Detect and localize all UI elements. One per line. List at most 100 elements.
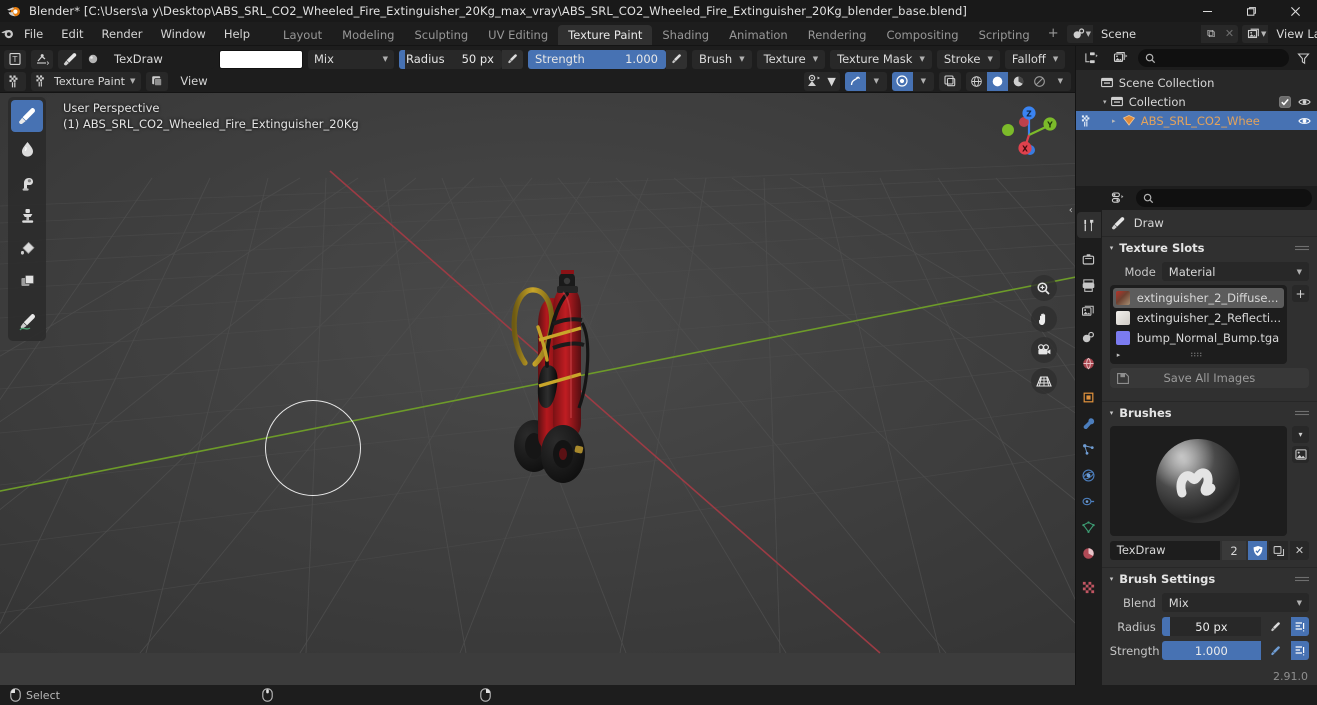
new-scene-button[interactable]: ⧉ bbox=[1201, 24, 1221, 43]
unlink-scene-button[interactable]: ✕ bbox=[1221, 25, 1238, 43]
properties-tab-world[interactable] bbox=[1077, 350, 1101, 376]
view-layer-name[interactable]: View Layer bbox=[1268, 24, 1317, 43]
close-button[interactable] bbox=[1273, 0, 1317, 22]
blend-mode-dropdown[interactable]: Mix ▼ bbox=[308, 49, 394, 69]
properties-tab-physics[interactable] bbox=[1077, 462, 1101, 488]
new-brush-button[interactable] bbox=[1292, 446, 1309, 463]
view-axis-gizmo[interactable]: Z Y X bbox=[995, 101, 1063, 169]
add-workspace-button[interactable]: + bbox=[1040, 23, 1067, 45]
strength-slider[interactable]: Strength 1.000 bbox=[528, 49, 666, 69]
radius-unified-toggle[interactable] bbox=[1291, 617, 1309, 636]
save-all-images-button[interactable]: Save All Images bbox=[1109, 368, 1309, 388]
funnel-icon[interactable] bbox=[1293, 49, 1313, 68]
scene-name[interactable]: Scene bbox=[1093, 24, 1201, 43]
snap-settings-chevron[interactable]: ▼ bbox=[865, 71, 887, 91]
tool-soften-button[interactable] bbox=[11, 133, 43, 165]
panel-disclosure-triangle[interactable]: ▾ bbox=[1110, 409, 1114, 417]
tab-uv-editing[interactable]: UV Editing bbox=[478, 25, 558, 45]
fake-user-toggle[interactable] bbox=[1248, 541, 1267, 560]
mode-dropdown[interactable]: Material ▼ bbox=[1161, 262, 1309, 281]
shading-wireframe-button[interactable] bbox=[966, 72, 987, 91]
texture-slot-row[interactable]: extinguisher_2_Reflecti... bbox=[1113, 308, 1284, 328]
outliner-search-input[interactable] bbox=[1137, 49, 1289, 67]
radius-slider[interactable]: Radius 50 px bbox=[399, 49, 502, 69]
strength-unified-toggle[interactable] bbox=[1291, 641, 1309, 660]
sidebar-collapse-arrow[interactable]: ‹ bbox=[1069, 205, 1073, 216]
proportional-editing-toggle[interactable] bbox=[891, 71, 913, 91]
radius-pressure-toggle[interactable] bbox=[1267, 617, 1285, 636]
properties-tab-tool[interactable] bbox=[1076, 212, 1101, 238]
viewport-editor-type-icon[interactable] bbox=[4, 71, 26, 91]
camera-perspective-icon[interactable] bbox=[1030, 337, 1057, 363]
disclosure-triangle[interactable]: ▸ bbox=[1109, 117, 1119, 125]
stroke-popover[interactable]: Stroke ▼ bbox=[936, 49, 1000, 69]
minimize-button[interactable] bbox=[1185, 0, 1229, 22]
properties-tab-particles[interactable] bbox=[1077, 436, 1101, 462]
disclosure-triangle[interactable]: ▾ bbox=[1100, 98, 1110, 106]
view-layer-selector[interactable]: ▼ View Layer ⧉ ✕ bbox=[1242, 24, 1317, 43]
tab-modeling[interactable]: Modeling bbox=[332, 25, 404, 45]
maximize-button[interactable] bbox=[1229, 0, 1273, 22]
brush-preview-sphere[interactable] bbox=[1109, 426, 1287, 536]
collection-checkbox[interactable] bbox=[1279, 95, 1291, 108]
properties-tab-texture[interactable] bbox=[1077, 574, 1101, 600]
properties-editor-icon[interactable] bbox=[1107, 189, 1131, 208]
panel-header-brush-settings[interactable]: ▾ Brush Settings bbox=[1102, 568, 1317, 590]
outliner-row-scene-collection[interactable]: Scene Collection bbox=[1076, 73, 1317, 92]
view-menu[interactable]: View bbox=[173, 72, 214, 91]
panel-header-texture-slots[interactable]: ▾ Texture Slots bbox=[1102, 237, 1317, 259]
radius-slider[interactable]: 50 px bbox=[1161, 617, 1261, 636]
tool-fill-button[interactable] bbox=[11, 232, 43, 264]
properties-tab-material[interactable] bbox=[1077, 540, 1101, 566]
tab-sculpting[interactable]: Sculpting bbox=[404, 25, 478, 45]
brush-name-field[interactable]: TexDraw bbox=[1109, 541, 1220, 560]
properties-tab-render[interactable] bbox=[1077, 246, 1101, 272]
properties-tab-modifiers[interactable] bbox=[1077, 410, 1101, 436]
duplicate-brush-button[interactable] bbox=[1269, 541, 1288, 560]
shading-solid-button[interactable] bbox=[986, 71, 1008, 91]
zoom-icon[interactable] bbox=[1030, 275, 1057, 301]
expand-arrow[interactable]: ▸ bbox=[1117, 351, 1121, 359]
menu-edit[interactable]: Edit bbox=[52, 22, 92, 46]
shading-rendered-button[interactable] bbox=[1029, 72, 1050, 91]
tab-layout[interactable]: Layout bbox=[273, 25, 332, 45]
tab-shading[interactable]: Shading bbox=[652, 25, 719, 45]
eye-icon[interactable] bbox=[1298, 96, 1311, 108]
menu-file[interactable]: File bbox=[15, 22, 52, 46]
tab-scripting[interactable]: Scripting bbox=[969, 25, 1040, 45]
brush-color-swatch[interactable] bbox=[219, 49, 303, 69]
snap-toggle[interactable] bbox=[844, 71, 866, 91]
strength-slider[interactable]: 1.000 bbox=[1161, 641, 1261, 660]
editor-type-icon[interactable]: T bbox=[4, 49, 26, 69]
pan-hand-icon[interactable] bbox=[1030, 306, 1057, 332]
3d-viewport[interactable]: User Perspective (1) ABS_SRL_CO2_Wheeled… bbox=[0, 93, 1075, 685]
menu-window[interactable]: Window bbox=[151, 22, 214, 46]
tool-preset-icon[interactable] bbox=[31, 49, 53, 69]
tab-animation[interactable]: Animation bbox=[719, 25, 798, 45]
texture-paint-slot-toggle[interactable] bbox=[146, 71, 169, 91]
outliner-display-mode-icon[interactable] bbox=[1080, 49, 1104, 68]
tool-mask-button[interactable] bbox=[11, 265, 43, 297]
tab-rendering[interactable]: Rendering bbox=[798, 25, 877, 45]
blend-dropdown[interactable]: Mix ▼ bbox=[1161, 593, 1309, 612]
brush-datablock-selector[interactable]: TexDraw bbox=[58, 49, 214, 69]
texture-popover[interactable]: Texture ▼ bbox=[756, 49, 826, 69]
panel-disclosure-triangle[interactable]: ▾ bbox=[1110, 244, 1114, 252]
shading-material-preview-button[interactable] bbox=[1008, 72, 1029, 91]
properties-search-input[interactable] bbox=[1135, 189, 1312, 207]
outliner-row-object[interactable]: ▸ ABS_SRL_CO2_Whee bbox=[1075, 111, 1317, 130]
properties-tab-view-layer[interactable] bbox=[1077, 298, 1101, 324]
falloff-popover[interactable]: Falloff ▼ bbox=[1004, 49, 1066, 69]
strength-pressure-toggle[interactable] bbox=[666, 49, 687, 69]
properties-tab-scene[interactable] bbox=[1077, 324, 1101, 350]
properties-tab-output[interactable] bbox=[1077, 272, 1101, 298]
properties-tab-object-data[interactable] bbox=[1077, 514, 1101, 540]
unlink-brush-button[interactable]: ✕ bbox=[1290, 541, 1309, 560]
panel-header-brushes[interactable]: ▾ Brushes bbox=[1102, 402, 1317, 424]
add-texture-slot-button[interactable]: + bbox=[1292, 285, 1309, 302]
browse-brush-chevron[interactable]: ▾ bbox=[1292, 426, 1309, 443]
strength-pressure-toggle[interactable] bbox=[1267, 641, 1285, 660]
outliner-row-collection[interactable]: ▾ Collection bbox=[1076, 92, 1317, 111]
menu-help[interactable]: Help bbox=[215, 22, 259, 46]
shading-options-chevron[interactable]: ▼ bbox=[1050, 72, 1071, 91]
